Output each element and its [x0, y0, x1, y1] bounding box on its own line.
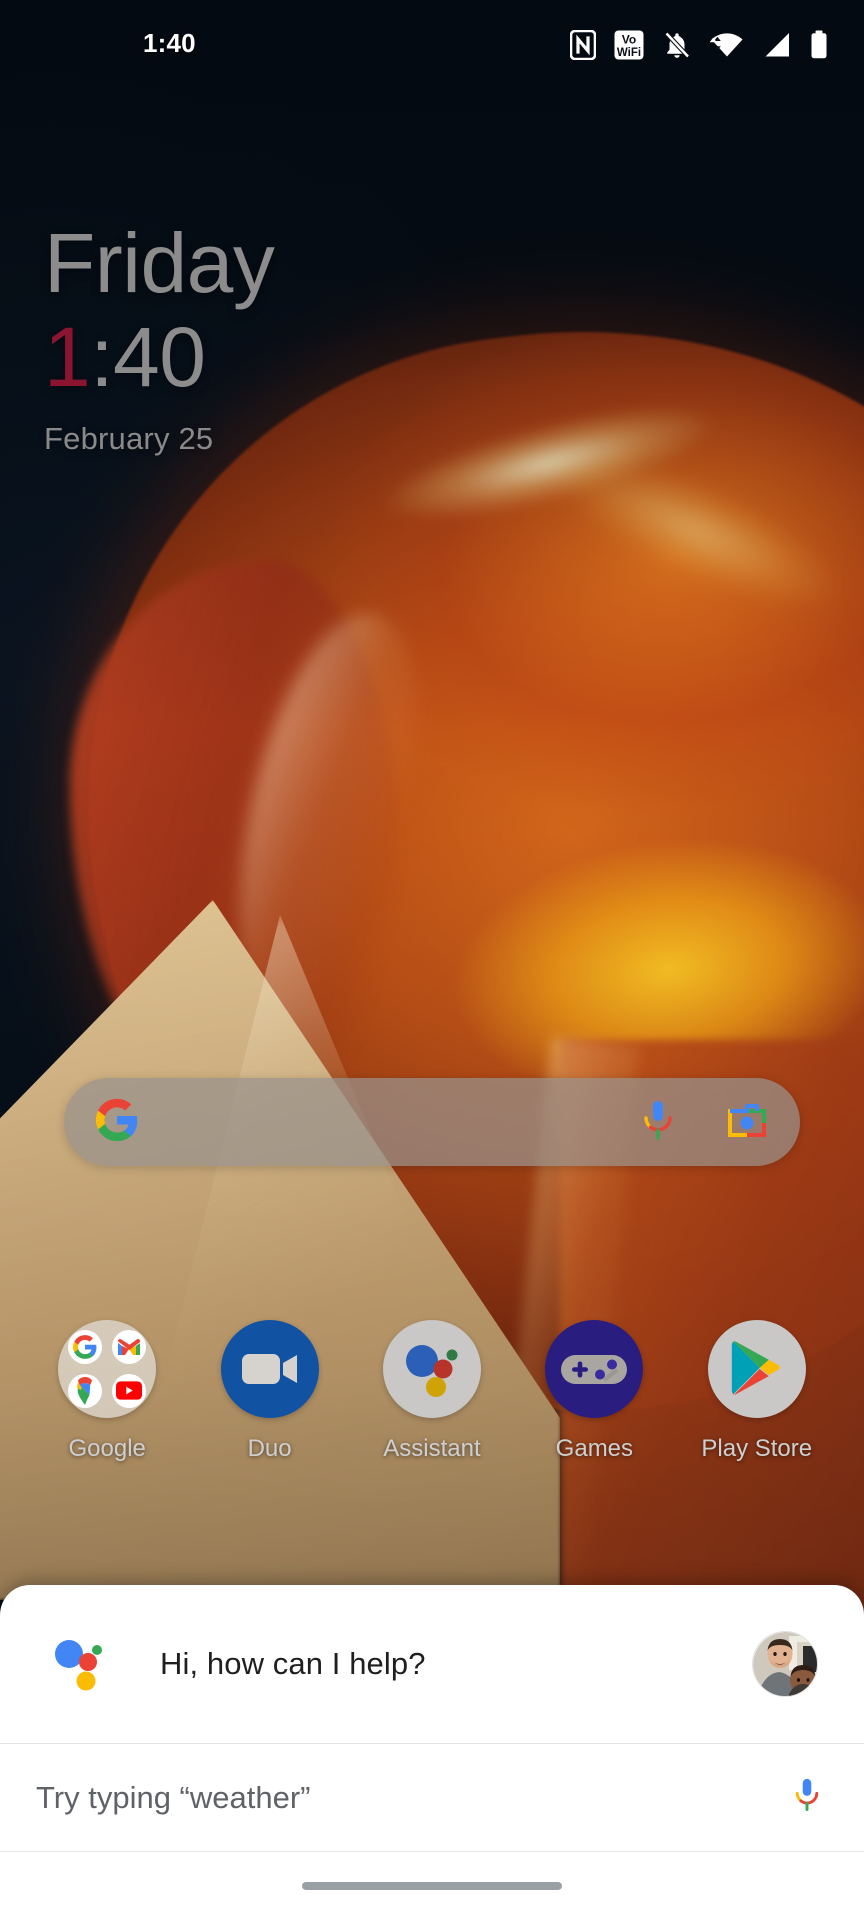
nfc-icon	[569, 29, 597, 65]
dock-item-google-folder[interactable]: Google	[40, 1320, 174, 1463]
assistant-microphone-icon[interactable]	[790, 1774, 824, 1821]
clock-widget[interactable]: Friday 1:40 February 25	[44, 216, 275, 457]
user-avatar[interactable]	[752, 1631, 818, 1697]
microphone-icon[interactable]	[638, 1097, 678, 1148]
dock-item-games[interactable]: Games	[527, 1320, 661, 1463]
cellular-signal-icon	[762, 31, 792, 64]
ringer-muted-icon	[662, 30, 692, 65]
games-icon[interactable]	[545, 1320, 644, 1418]
dock-item-assistant[interactable]: Assistant	[365, 1320, 499, 1463]
app-dock: Google Duo Assistant Games Play Store	[0, 1320, 864, 1463]
navigation-bar	[0, 1851, 864, 1920]
wifi-icon	[709, 31, 744, 64]
dock-label-assistant: Assistant	[383, 1435, 481, 1462]
clock-hour-digit: 1	[44, 310, 91, 405]
assistant-greeting-text: Hi, how can I help?	[160, 1646, 426, 1681]
clock-date: February 25	[44, 421, 214, 457]
assistant-icon[interactable]	[382, 1320, 481, 1418]
battery-icon	[810, 30, 828, 65]
dock-label-duo: Duo	[247, 1435, 292, 1462]
assistant-panel: Hi, how can I help? Try typing “weather”	[0, 1585, 864, 1920]
clock-minutes: :40	[90, 310, 206, 405]
svg-text:WiFi: WiFi	[617, 47, 641, 59]
play-store-icon[interactable]	[707, 1320, 806, 1418]
status-bar-icons: Vo WiFi	[569, 29, 828, 65]
clock-day-of-week: Friday	[44, 216, 275, 310]
maps-mini-icon	[68, 1373, 103, 1408]
assistant-greeting-row: Hi, how can I help?	[0, 1585, 864, 1743]
vowifi-icon: Vo WiFi	[614, 30, 644, 65]
google-folder-icon[interactable]	[58, 1320, 157, 1418]
phone-screen: 1:40 Vo WiFi Friday 1:40 February 25 Goo…	[0, 0, 864, 1920]
assistant-text-input[interactable]: Try typing “weather”	[36, 1780, 790, 1816]
duo-icon[interactable]	[220, 1320, 319, 1418]
dock-item-play-store[interactable]: Play Store	[690, 1320, 824, 1463]
status-bar-clock: 1:40	[143, 28, 196, 58]
google-app-mini-icon	[68, 1330, 103, 1365]
dock-label-games: Games	[555, 1435, 634, 1462]
clock-time: 1:40	[44, 312, 274, 403]
dock-item-duo[interactable]: Duo	[203, 1320, 337, 1463]
assistant-input-row[interactable]: Try typing “weather”	[0, 1743, 864, 1851]
google-search-bar[interactable]	[64, 1078, 800, 1166]
search-bar-actions	[638, 1097, 770, 1148]
gesture-home-handle[interactable]	[302, 1882, 562, 1890]
svg-text:Vo: Vo	[622, 33, 636, 47]
dock-label-google: Google	[68, 1435, 146, 1462]
google-lens-camera-icon[interactable]	[724, 1099, 770, 1146]
gmail-mini-icon	[111, 1330, 146, 1365]
status-bar: 1:40 Vo WiFi	[0, 0, 864, 72]
youtube-mini-icon	[111, 1373, 146, 1408]
google-g-logo-icon	[94, 1097, 140, 1148]
dock-label-play-store: Play Store	[701, 1435, 813, 1462]
google-assistant-logo-icon	[52, 1635, 110, 1693]
